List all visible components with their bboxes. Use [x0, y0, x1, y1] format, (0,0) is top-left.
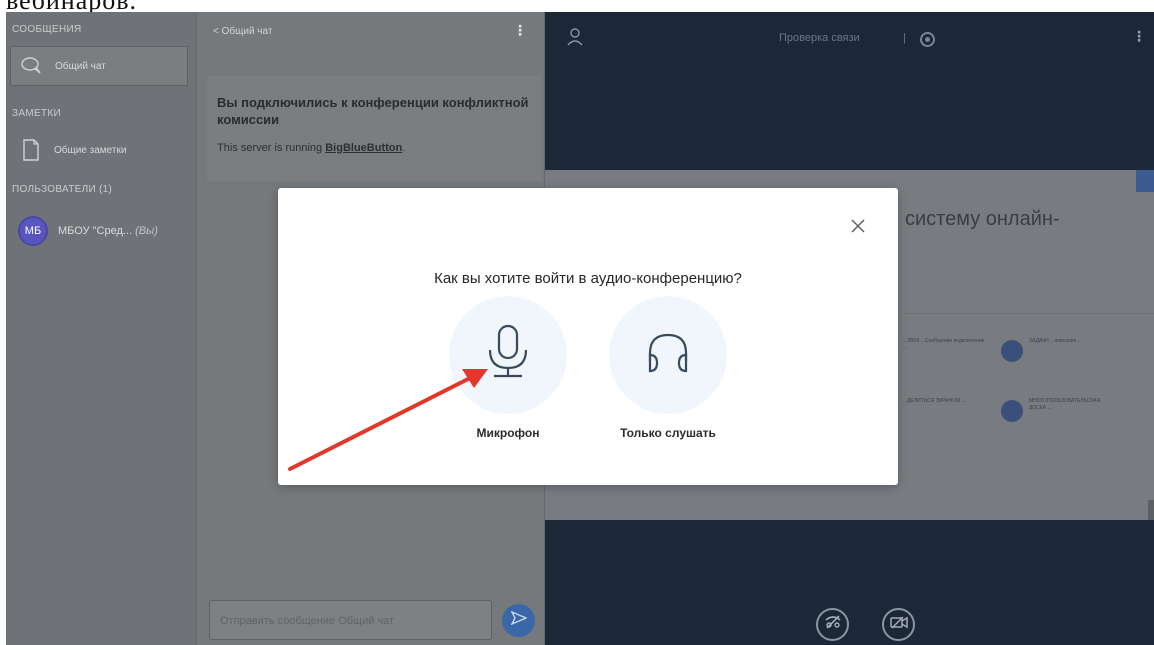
slide-feature-icon	[1001, 340, 1023, 362]
listen-only-option-circle[interactable]	[609, 296, 727, 414]
record-icon[interactable]	[920, 32, 935, 47]
user-list-item[interactable]: МБ МБОУ "Сред... (Вы)	[18, 216, 158, 246]
microphone-option-button[interactable]: Микрофон	[448, 296, 568, 440]
sidebar-item-label: Общий чат	[55, 60, 106, 72]
title-separator: |	[903, 32, 906, 44]
welcome-server-note: This server is running BigBlueButton.	[217, 142, 532, 154]
users-section-title: ПОЛЬЗОВАТЕЛИ (1)	[12, 184, 113, 195]
slide-heading: систему онлайн-	[905, 208, 1060, 230]
close-modal-button[interactable]	[848, 218, 868, 238]
send-icon	[510, 610, 528, 630]
modal-title: Как вы хотите войти в аудио-конференцию?	[434, 270, 742, 287]
settings-menu-icon[interactable]: ⋮	[1132, 28, 1146, 45]
audio-join-modal: Как вы хотите войти в аудио-конференцию?…	[278, 188, 898, 485]
chat-options-icon[interactable]: ⋮	[513, 22, 527, 39]
sidebar-item-public-chat[interactable]: Общий чат	[10, 46, 188, 86]
slide-caption: ...ЗВУК ...Сообщение подключение ...	[903, 338, 985, 351]
send-message-button[interactable]	[502, 604, 535, 637]
slide-caption: МНОГОПОЛЬЗОВАТЕЛЬСКАЯ ДОСКА ...	[1029, 398, 1101, 411]
bigbluebutton-link[interactable]: BigBlueButton	[325, 142, 402, 154]
slide-caption: ЗАДАЧИ ...описание ...	[1029, 338, 1082, 344]
welcome-prefix: This server is running	[217, 142, 326, 154]
sidebar: СООБЩЕНИЯ Общий чат ЗАМЕТКИ Общие заметк…	[6, 12, 197, 645]
page-top-caption: вебинаров.	[6, 0, 137, 12]
audio-off-icon	[824, 614, 842, 635]
chat-message-input[interactable]: Отправить сообщение Общий чат	[209, 600, 492, 640]
microphone-option-circle[interactable]	[449, 296, 567, 414]
slide-scrollbar[interactable]	[1148, 500, 1154, 520]
chat-header: < Общий чат ⋮	[197, 12, 545, 52]
chat-back-label: Общий чат	[221, 26, 273, 37]
share-webcam-button[interactable]	[882, 608, 915, 641]
slide-caption: ...ДЕЛИТЬСЯ ЭКРАНОМ ...	[903, 398, 966, 404]
meeting-title: Проверка связи	[779, 32, 860, 44]
slide-accent-bar	[1136, 170, 1154, 192]
chat-back-button[interactable]: < Общий чат	[213, 26, 272, 37]
slide-feature-icon	[1001, 400, 1023, 422]
welcome-title: Вы подключились к конференции конфликтно…	[217, 95, 529, 127]
chat-icon	[19, 53, 45, 79]
user-icon[interactable]	[567, 28, 583, 51]
avatar: МБ	[18, 216, 48, 246]
chat-welcome-message: Вы подключились к конференции конфликтно…	[207, 76, 542, 181]
slide-divider	[905, 313, 1154, 314]
listen-only-option-label: Только слушать	[620, 426, 716, 440]
chevron-left-icon: <	[213, 26, 222, 37]
sidebar-item-shared-notes[interactable]: Общие заметки	[10, 130, 188, 170]
sidebar-item-label: Общие заметки	[54, 144, 127, 156]
mute-audio-button[interactable]	[816, 608, 849, 641]
camera-off-icon	[889, 615, 908, 634]
user-name-text: МБОУ "Сред...	[58, 225, 133, 237]
microphone-option-label: Микрофон	[476, 426, 540, 440]
microphone-icon	[486, 324, 530, 387]
notes-section-title: ЗАМЕТКИ	[12, 108, 61, 119]
user-name: МБОУ "Сред... (Вы)	[58, 225, 158, 237]
user-you-suffix: (Вы)	[135, 225, 158, 237]
headphones-icon	[644, 331, 692, 380]
messages-section-title: СООБЩЕНИЯ	[12, 24, 82, 35]
note-icon	[18, 137, 44, 163]
close-icon	[851, 218, 865, 238]
page-top-text: вебинаров.	[0, 0, 1154, 12]
listen-only-option-button[interactable]: Только слушать	[608, 296, 728, 440]
welcome-suffix: .	[402, 142, 406, 154]
